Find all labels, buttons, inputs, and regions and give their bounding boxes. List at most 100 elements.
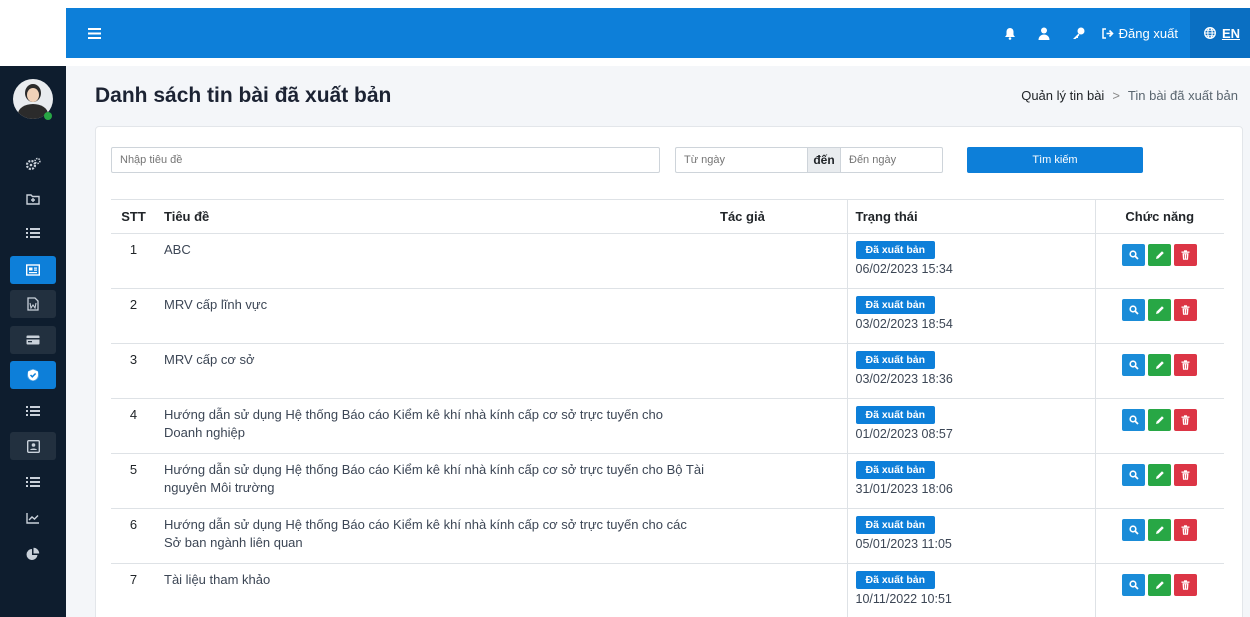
pencil-icon [1155, 471, 1164, 479]
search-form: đến Tìm kiếm [111, 147, 1231, 173]
word-file-icon [27, 297, 39, 311]
from-date-input[interactable] [675, 147, 807, 173]
sidebar-item-list-3[interactable] [10, 468, 56, 496]
top-bar-wrapper: Đăng xuất EN [0, 0, 1250, 66]
delete-button[interactable] [1174, 519, 1198, 541]
status-badge: Đã xuất bản [855, 296, 936, 314]
search-icon [1129, 305, 1139, 315]
published-date: 10/11/2022 10:51 [855, 592, 952, 606]
status-badge: Đã xuất bản [855, 351, 936, 369]
page-title: Danh sách tin bài đã xuất bản [95, 84, 392, 107]
table-row: 5 Hướng dẫn sử dụng Hệ thống Báo cáo Kiể… [111, 453, 1224, 509]
view-button[interactable] [1122, 409, 1146, 431]
delete-button[interactable] [1174, 299, 1198, 321]
sidebar-item-contacts[interactable] [10, 432, 56, 460]
sidebar-item-settings[interactable] [10, 150, 56, 178]
sidebar-item-reports[interactable] [10, 504, 56, 532]
pencil-icon [1155, 581, 1164, 589]
row-stt: 7 [111, 563, 156, 617]
row-actions [1095, 398, 1224, 454]
user-icon [1038, 27, 1050, 40]
menu-toggle-button[interactable] [88, 27, 101, 39]
date-range-separator: đến [807, 147, 841, 173]
sidebar [0, 0, 66, 617]
edit-button[interactable] [1148, 574, 1172, 596]
row-actions [1095, 233, 1224, 289]
row-author [712, 398, 848, 454]
edit-button[interactable] [1148, 519, 1172, 541]
shield-check-icon [27, 369, 39, 381]
sidebar-item-statistics[interactable] [10, 540, 56, 568]
row-author [712, 453, 848, 509]
pencil-icon [1155, 361, 1164, 369]
row-actions [1095, 563, 1224, 617]
row-status-cell: Đã xuất bản 31/01/2023 18:06 [847, 453, 1096, 509]
breadcrumb: Quản lý tin bài > Tin bài đã xuất bản [1021, 88, 1238, 103]
view-button[interactable] [1122, 244, 1146, 266]
sidebar-item-list-1[interactable] [10, 219, 56, 247]
search-icon [1129, 525, 1139, 535]
pencil-icon [1155, 416, 1164, 424]
delete-button[interactable] [1174, 464, 1198, 486]
bell-icon [1004, 27, 1015, 40]
view-button[interactable] [1122, 299, 1146, 321]
view-button[interactable] [1122, 574, 1146, 596]
row-actions [1095, 453, 1224, 509]
row-actions [1095, 508, 1224, 564]
col-header-title: Tiêu đề [156, 199, 712, 234]
view-button[interactable] [1122, 354, 1146, 376]
contact-icon [26, 439, 40, 453]
search-icon [1129, 580, 1139, 590]
sidebar-item-news[interactable] [10, 256, 56, 284]
edit-button[interactable] [1148, 299, 1172, 321]
row-stt: 4 [111, 398, 156, 454]
edit-button[interactable] [1148, 244, 1172, 266]
change-password-button[interactable] [1072, 27, 1085, 40]
sidebar-item-cards[interactable] [10, 326, 56, 354]
edit-button[interactable] [1148, 409, 1172, 431]
row-title: ABC [156, 233, 712, 289]
row-actions [1095, 288, 1224, 344]
language-switch[interactable]: EN [1189, 8, 1250, 58]
edit-button[interactable] [1148, 354, 1172, 376]
delete-button[interactable] [1174, 574, 1198, 596]
sidebar-item-list-2[interactable] [10, 397, 56, 425]
search-button[interactable]: Tìm kiếm [967, 147, 1143, 173]
hamburger-icon [88, 27, 101, 39]
pie-chart-icon [26, 547, 40, 560]
view-button[interactable] [1122, 519, 1146, 541]
delete-button[interactable] [1174, 244, 1198, 266]
delete-button[interactable] [1174, 354, 1198, 376]
row-title: Tài liệu tham khảo [156, 563, 712, 617]
sidebar-item-verified[interactable] [10, 361, 56, 389]
sidebar-item-folder[interactable] [10, 185, 56, 213]
row-title: Hướng dẫn sử dụng Hệ thống Báo cáo Kiểm … [156, 453, 712, 509]
published-date: 03/02/2023 18:36 [855, 372, 953, 386]
top-navbar: Đăng xuất EN [66, 8, 1250, 58]
trash-icon [1181, 415, 1190, 425]
globe-icon [1203, 27, 1216, 39]
folder-plus-icon [26, 194, 40, 205]
edit-button[interactable] [1148, 464, 1172, 486]
status-badge: Đã xuất bản [855, 241, 936, 259]
sidebar-item-documents[interactable] [10, 290, 56, 318]
view-button[interactable] [1122, 464, 1146, 486]
title-search-input[interactable] [111, 147, 660, 173]
trash-icon [1181, 525, 1190, 535]
card-icon [26, 335, 40, 345]
notifications-button[interactable] [1004, 27, 1016, 40]
row-actions [1095, 343, 1224, 399]
breadcrumb-item-news-management[interactable]: Quản lý tin bài [1021, 88, 1104, 103]
list-icon [26, 228, 40, 238]
row-author [712, 508, 848, 564]
table-row: 3 MRV cấp cơ sở Đã xuất bản 03/02/2023 1… [111, 343, 1224, 399]
status-badge: Đã xuất bản [855, 516, 936, 534]
logout-link[interactable]: Đăng xuất [1101, 26, 1178, 41]
delete-button[interactable] [1174, 409, 1198, 431]
list-icon [26, 477, 40, 487]
news-table: STT Tiêu đề Tác giả Trạng thái Chức năng… [111, 199, 1224, 617]
col-header-actions: Chức năng [1095, 199, 1224, 234]
profile-button[interactable] [1038, 27, 1050, 40]
search-icon [1129, 470, 1139, 480]
to-date-input[interactable] [841, 147, 943, 173]
